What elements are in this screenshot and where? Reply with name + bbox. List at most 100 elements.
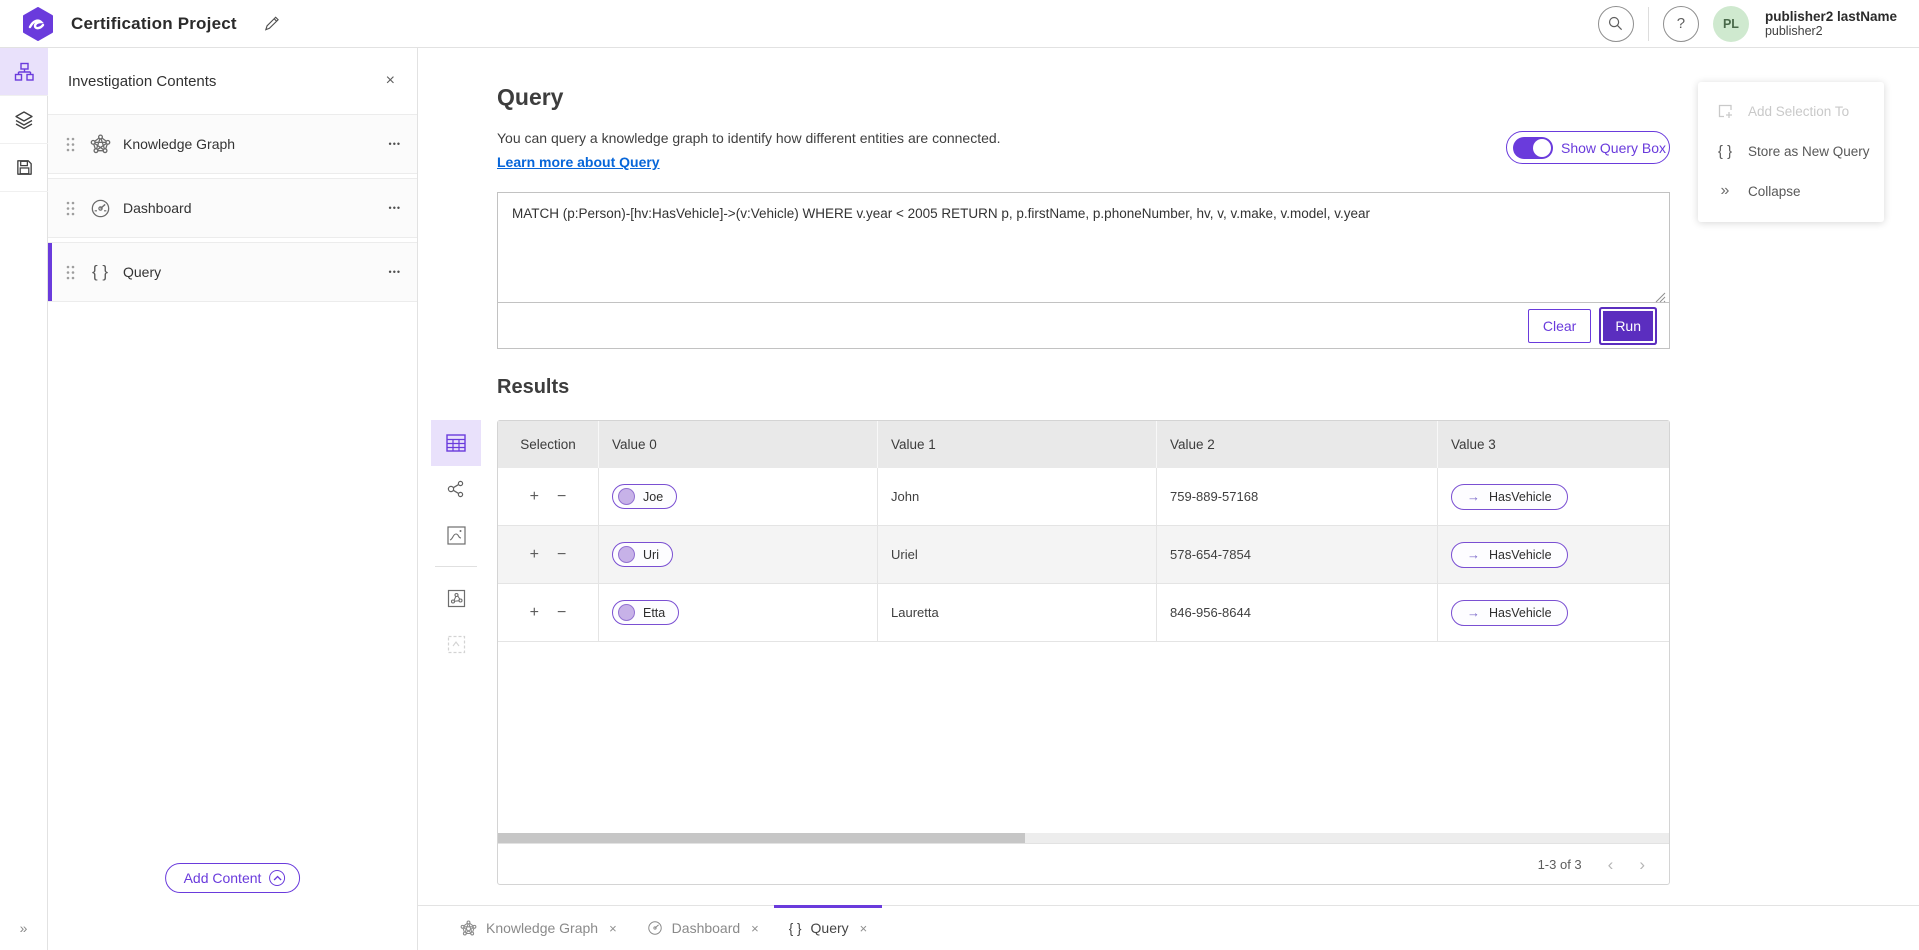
next-page-icon[interactable]: ›: [1639, 856, 1645, 873]
column-header[interactable]: Value 2: [1156, 421, 1437, 468]
knowledge-graph-icon: [87, 134, 113, 155]
item-menu-icon[interactable]: •••: [389, 203, 401, 213]
left-rail: »: [0, 48, 48, 950]
tab-knowledge-graph[interactable]: Knowledge Graph ×: [445, 906, 632, 950]
item-menu-icon[interactable]: •••: [389, 267, 401, 277]
entity-label: Etta: [643, 606, 665, 620]
menu-item-add-selection-to: Add Selection To: [1698, 91, 1884, 131]
view-switcher: [431, 420, 481, 667]
map-view-button[interactable]: [431, 512, 481, 558]
table-row: + − Etta Lauretta 846-956-8644 → HasVehi…: [498, 584, 1669, 642]
entity-pill[interactable]: Uri: [612, 542, 673, 567]
edit-title-icon[interactable]: [259, 11, 285, 37]
close-panel-icon[interactable]: ×: [382, 68, 399, 94]
entity-pill[interactable]: Etta: [612, 600, 679, 625]
add-row-button[interactable]: +: [528, 546, 541, 564]
tab-dashboard[interactable]: Dashboard ×: [632, 906, 774, 950]
first-name-cell: Uriel: [877, 526, 1156, 583]
run-button[interactable]: Run: [1601, 309, 1655, 343]
help-button[interactable]: ?: [1663, 6, 1699, 42]
menu-item-store-as-new-query[interactable]: { } Store as New Query: [1698, 131, 1884, 171]
add-row-button[interactable]: +: [528, 604, 541, 622]
person-node-icon: [618, 488, 635, 505]
sidebar-item-label: Dashboard: [123, 200, 192, 216]
add-row-button[interactable]: +: [528, 488, 541, 506]
search-button[interactable]: [1598, 6, 1634, 42]
app-window: Certification Project ? PL publisher2 la…: [0, 0, 1919, 950]
relation-pill[interactable]: → HasVehicle: [1451, 600, 1568, 626]
resize-grip-icon[interactable]: [1655, 292, 1666, 303]
tab-query[interactable]: { } Query ×: [774, 906, 883, 950]
page-description: You can query a knowledge graph to ident…: [497, 130, 1001, 146]
horizontal-scrollbar[interactable]: [498, 833, 1669, 843]
remove-row-button[interactable]: −: [555, 488, 568, 506]
menu-item-label: Add Selection To: [1748, 104, 1849, 119]
first-name-cell: Lauretta: [877, 584, 1156, 641]
chevron-up-icon: [269, 870, 285, 886]
entity-pill[interactable]: Joe: [612, 484, 677, 509]
sidebar-item-label: Knowledge Graph: [123, 136, 235, 152]
sidebar-item-knowledge-graph[interactable]: Knowledge Graph •••: [48, 114, 417, 174]
rail-item-save[interactable]: [0, 144, 48, 192]
tab-label: Query: [811, 920, 849, 936]
clear-button[interactable]: Clear: [1528, 309, 1591, 343]
column-header[interactable]: Selection: [498, 421, 598, 468]
network-view-button[interactable]: [431, 466, 481, 512]
pagination-label: 1-3 of 3: [1538, 857, 1582, 872]
table-header-row: Selection Value 0 Value 1 Value 2 Value …: [498, 421, 1669, 468]
table-row: + − Joe John 759-889-57168 → HasVehicle: [498, 468, 1669, 526]
graph-add-view-button[interactable]: [431, 575, 481, 621]
drag-handle-icon[interactable]: [66, 201, 75, 216]
rail-item-layers[interactable]: [0, 96, 48, 144]
phone-cell: 759-889-57168: [1156, 468, 1437, 525]
toggle-label: Show Query Box: [1561, 140, 1666, 156]
phone-cell: 846-956-8644: [1156, 584, 1437, 641]
avatar[interactable]: PL: [1713, 6, 1749, 42]
sidebar-item-dashboard[interactable]: Dashboard •••: [48, 178, 417, 238]
braces-icon: { }: [789, 921, 802, 936]
first-name-cell: John: [877, 468, 1156, 525]
app-logo-icon[interactable]: [21, 7, 55, 41]
column-header[interactable]: Value 0: [598, 421, 877, 468]
scrollbar-thumb[interactable]: [498, 833, 1025, 843]
relation-pill[interactable]: → HasVehicle: [1451, 542, 1568, 568]
table-view-button[interactable]: [431, 420, 481, 466]
previous-page-icon[interactable]: ‹: [1608, 856, 1614, 873]
remove-row-button[interactable]: −: [555, 546, 568, 564]
menu-item-collapse[interactable]: » Collapse: [1698, 171, 1884, 211]
knowledge-graph-icon: [460, 920, 477, 937]
rail-expand-icon[interactable]: »: [0, 920, 48, 936]
layers-icon: [14, 110, 34, 130]
close-tab-icon[interactable]: ×: [860, 921, 868, 936]
learn-more-link[interactable]: Learn more about Query: [497, 154, 660, 170]
toggle-switch-icon[interactable]: [1513, 137, 1553, 159]
close-tab-icon[interactable]: ×: [751, 921, 759, 936]
disabled-view-button: [431, 621, 481, 667]
query-input[interactable]: MATCH (p:Person)-[hv:HasVehicle]->(v:Veh…: [498, 193, 1669, 303]
query-box-footer: Clear Run: [498, 303, 1669, 348]
topbar-divider: [1648, 7, 1649, 41]
column-header[interactable]: Value 3: [1437, 421, 1669, 468]
topbar-actions: ? PL publisher2 lastName publisher2: [1598, 6, 1897, 42]
add-selection-icon: [1715, 103, 1735, 120]
investigation-contents-panel: Investigation Contents × Knowledge Graph…: [48, 48, 418, 950]
menu-item-label: Store as New Query: [1748, 144, 1870, 159]
close-tab-icon[interactable]: ×: [609, 921, 617, 936]
show-query-box-toggle[interactable]: Show Query Box: [1506, 131, 1670, 164]
network-icon: [446, 479, 466, 499]
column-header[interactable]: Value 1: [877, 421, 1156, 468]
add-content-button[interactable]: Add Content: [165, 863, 301, 893]
item-menu-icon[interactable]: •••: [389, 139, 401, 149]
add-to-graph-icon: [447, 589, 466, 608]
bottom-tab-bar: Knowledge Graph × Dashboard × { } Query …: [418, 905, 1919, 950]
rail-item-investigation-contents[interactable]: [0, 48, 48, 96]
sidebar-item-query[interactable]: { } Query •••: [48, 242, 417, 302]
drag-handle-icon[interactable]: [66, 137, 75, 152]
remove-row-button[interactable]: −: [555, 604, 568, 622]
drag-handle-icon[interactable]: [66, 265, 75, 280]
hierarchy-icon: [14, 62, 34, 82]
relation-pill[interactable]: → HasVehicle: [1451, 484, 1568, 510]
user-info[interactable]: publisher2 lastName publisher2: [1765, 9, 1897, 39]
add-content-label: Add Content: [184, 870, 262, 886]
project-title: Certification Project: [71, 14, 237, 34]
